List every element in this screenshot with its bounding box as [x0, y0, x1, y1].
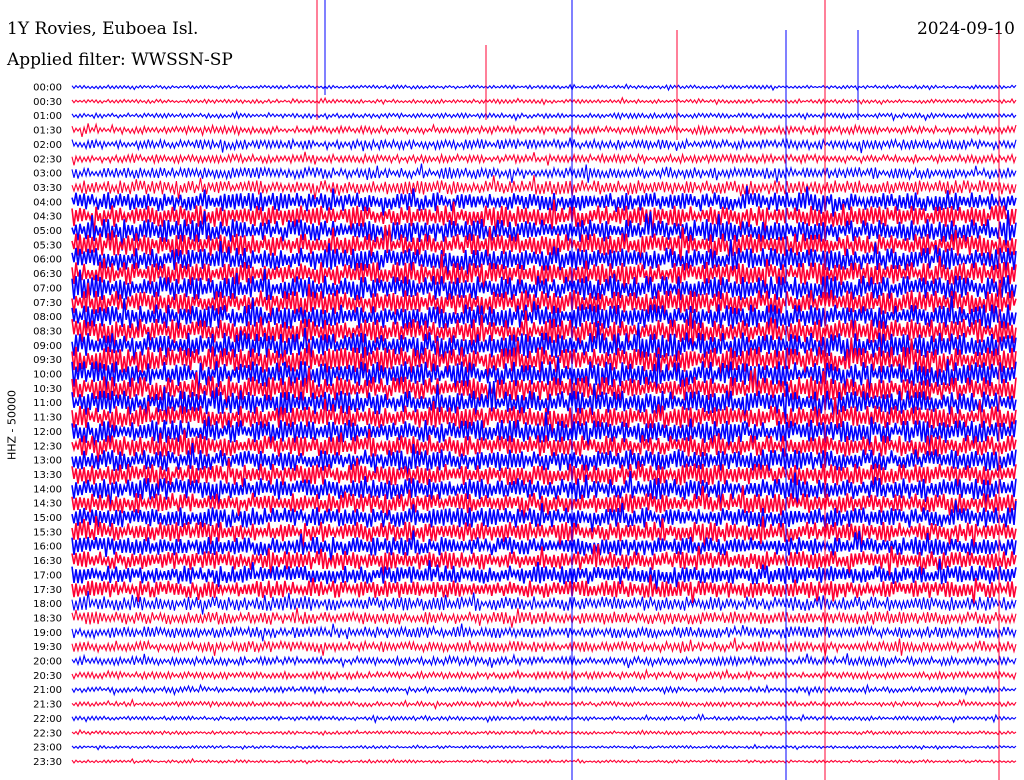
trace-line — [71, 607, 1017, 628]
time-tick-labels: 00:00 00:30 01:00 01:30 02:00 02:30 03:00 03:30… — [33, 83, 62, 768]
time-tick-label: 00:30 — [33, 97, 62, 108]
time-tick-label: 12:30 — [33, 441, 62, 452]
trace-line — [71, 728, 1017, 737]
time-tick-label: 05:00 — [33, 226, 62, 237]
time-tick-label: 04:30 — [33, 212, 62, 223]
trace-line — [71, 683, 1017, 697]
trace-line — [71, 83, 1017, 92]
trace-line — [71, 623, 1017, 642]
time-tick-label: 22:00 — [33, 714, 62, 725]
time-tick-label: 07:30 — [33, 298, 62, 309]
time-tick-label: 20:00 — [33, 657, 62, 668]
trace-line — [71, 174, 1017, 200]
time-tick-label: 23:00 — [33, 743, 62, 754]
time-tick-label: 05:30 — [33, 240, 62, 251]
time-tick-label: 16:00 — [33, 542, 62, 553]
time-tick-label: 00:00 — [33, 83, 62, 94]
time-tick-label: 01:00 — [33, 111, 62, 122]
time-tick-label: 19:30 — [33, 642, 62, 653]
trace-line — [71, 122, 1017, 138]
trace-line — [71, 151, 1017, 166]
time-tick-label: 13:00 — [33, 456, 62, 467]
trace-line — [71, 743, 1017, 751]
time-tick-label: 04:00 — [33, 197, 62, 208]
time-tick-label: 15:00 — [33, 513, 62, 524]
time-tick-label: 21:30 — [33, 700, 62, 711]
time-tick-label: 19:00 — [33, 628, 62, 639]
time-tick-label: 15:30 — [33, 527, 62, 538]
time-tick-label: 08:00 — [33, 312, 62, 323]
time-tick-label: 16:30 — [33, 556, 62, 567]
time-tick-label: 01:30 — [33, 126, 62, 137]
trace-line — [71, 757, 1017, 765]
time-tick-label: 03:00 — [33, 169, 62, 180]
time-tick-label: 07:00 — [33, 283, 62, 294]
time-tick-label: 06:30 — [33, 269, 62, 280]
time-tick-label: 08:30 — [33, 326, 62, 337]
time-tick-label: 20:30 — [33, 671, 62, 682]
time-tick-label: 17:30 — [33, 585, 62, 596]
time-tick-label: 22:30 — [33, 728, 62, 739]
time-tick-label: 14:00 — [33, 484, 62, 495]
trace-line — [71, 96, 1017, 106]
time-tick-label: 02:00 — [33, 140, 62, 151]
time-tick-label: 21:00 — [33, 685, 62, 696]
time-tick-label: 03:30 — [33, 183, 62, 194]
time-tick-label: 13:30 — [33, 470, 62, 481]
time-tick-label: 10:00 — [33, 370, 62, 381]
time-tick-label: 11:00 — [33, 398, 62, 409]
seismic-traces — [71, 0, 1017, 780]
trace-line — [71, 137, 1017, 154]
trace-line — [71, 713, 1017, 725]
time-tick-label: 23:30 — [33, 757, 62, 768]
trace-line — [71, 697, 1017, 711]
time-tick-label: 17:00 — [33, 570, 62, 581]
trace-line — [71, 668, 1017, 683]
trace-line — [71, 110, 1017, 122]
time-tick-label: 14:30 — [33, 499, 62, 510]
time-tick-label: 12:00 — [33, 427, 62, 438]
helicorder-plot: 00:00 00:30 01:00 01:30 02:00 02:30 03:00 03:30… — [33, 0, 1017, 780]
time-tick-label: 10:30 — [33, 384, 62, 395]
time-tick-label: 06:00 — [33, 255, 62, 266]
time-tick-label: 18:00 — [33, 599, 62, 610]
time-tick-label: 11:30 — [33, 413, 62, 424]
time-tick-label: 09:30 — [33, 355, 62, 366]
trace-line — [71, 653, 1017, 669]
time-tick-label: 02:30 — [33, 154, 62, 165]
trace-line — [71, 163, 1017, 183]
time-tick-label: 09:00 — [33, 341, 62, 352]
trace-line — [71, 637, 1017, 656]
time-tick-label: 18:30 — [33, 613, 62, 624]
